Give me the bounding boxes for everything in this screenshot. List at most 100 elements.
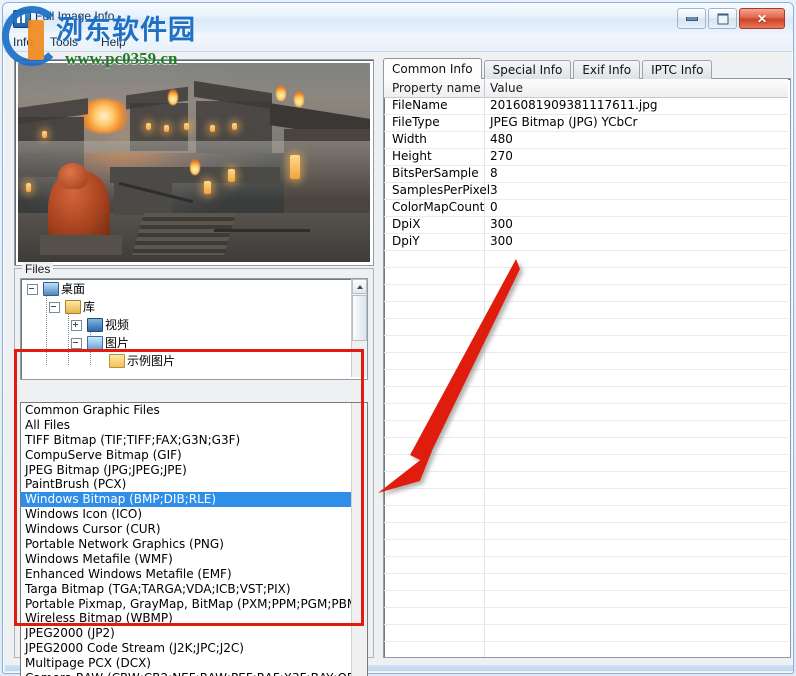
scene-lion-base <box>40 235 122 255</box>
dropdown-item[interactable]: All Files <box>21 418 367 433</box>
dropdown-item[interactable]: Enhanced Windows Metafile (EMF) <box>21 567 367 582</box>
property-value-cell: 300 <box>490 234 513 248</box>
menu-item-tools[interactable]: Tools <box>47 35 81 49</box>
property-name-cell: Height <box>392 149 432 163</box>
dropdown-item[interactable]: Portable Network Graphics (PNG) <box>21 537 367 552</box>
column-divider[interactable] <box>484 79 485 97</box>
scene-flame <box>168 89 178 105</box>
folder-tree[interactable]: 桌面 库 视频 图片 示例图片 <box>20 278 368 380</box>
table-row[interactable]: Height 270 <box>384 148 788 166</box>
scene-lantern <box>26 183 31 192</box>
tree-node-label[interactable]: 视频 <box>105 316 129 333</box>
dropdown-item[interactable]: Multipage PCX (DCX) <box>21 656 367 671</box>
tree-scrollbar[interactable] <box>351 279 367 377</box>
dropdown-item[interactable]: Targa Bitmap (TGA;TARGA;VDA;ICB;VST;PIX) <box>21 582 367 597</box>
table-row-empty <box>384 250 788 268</box>
table-row-empty <box>384 539 788 557</box>
property-value-cell: 480 <box>490 132 513 146</box>
scene-lantern <box>146 123 151 130</box>
scene-lantern <box>232 123 237 130</box>
dropdown-item[interactable]: Windows Cursor (CUR) <box>21 522 367 537</box>
scene-lantern <box>164 125 169 132</box>
table-row[interactable]: Width 480 <box>384 131 788 149</box>
property-grid[interactable]: Property name Value FileName 201608190938… <box>383 78 791 658</box>
scroll-up-icon[interactable] <box>352 279 367 294</box>
scene-lantern <box>210 125 215 132</box>
dropdown-item[interactable]: Windows Icon (ICO) <box>21 507 367 522</box>
scene-lantern <box>42 131 47 138</box>
menu-item-help[interactable]: Help <box>98 35 129 49</box>
table-row-empty <box>384 267 788 285</box>
property-name-cell: DpiX <box>392 217 421 231</box>
dropdown-item[interactable]: Wireless Bitmap (WBMP) <box>21 611 367 626</box>
dropdown-item[interactable]: JPEG2000 Code Stream (J2K;JPC;J2C) <box>21 641 367 656</box>
dropdown-item[interactable]: Portable Pixmap, GrayMap, BitMap (PXM;PP… <box>21 597 367 612</box>
file-type-dropdown-list[interactable]: Common Graphic Files All Files TIFF Bitmap… <box>20 402 368 676</box>
table-row-empty <box>384 301 788 319</box>
client-area: Files 桌面 库 视频 图片 示例图片 Common Graphic Fil… <box>4 51 793 676</box>
tab-special-info[interactable]: Special Info <box>483 60 572 79</box>
table-row-empty <box>384 641 788 657</box>
table-row-empty <box>384 573 788 591</box>
video-folder-icon <box>87 318 103 332</box>
image-preview[interactable] <box>14 59 374 266</box>
dropdown-item[interactable]: PaintBrush (PCX) <box>21 477 367 492</box>
tab-common-info[interactable]: Common Info <box>383 58 482 79</box>
column-header-property-name[interactable]: Property name <box>392 81 481 95</box>
tree-node-label[interactable]: 图片 <box>105 334 129 351</box>
library-folder-icon <box>65 300 81 314</box>
table-row[interactable]: DpiY 300 <box>384 233 788 251</box>
column-header-value[interactable]: Value <box>490 81 523 95</box>
tree-expander-desktop[interactable] <box>27 284 38 295</box>
table-row-empty <box>384 335 788 353</box>
preview-scene <box>18 63 370 262</box>
desktop-icon <box>43 282 59 296</box>
maximize-button[interactable] <box>708 8 737 29</box>
close-button[interactable]: ✕ <box>739 8 785 29</box>
scene-lantern <box>204 181 211 194</box>
dropdown-item[interactable]: Windows Bitmap (BMP;DIB;RLE) <box>21 492 367 508</box>
table-row-empty <box>384 437 788 455</box>
table-row-empty <box>384 590 788 608</box>
table-row[interactable]: SamplesPerPixel 3 <box>384 182 788 200</box>
tab-iptc-info[interactable]: IPTC Info <box>642 60 713 79</box>
table-row[interactable]: FileType JPEG Bitmap (JPG) YCbCr <box>384 114 788 132</box>
scene-railing <box>214 229 310 232</box>
property-name-cell: SamplesPerPixel <box>392 183 491 197</box>
dropdown-item[interactable]: JPEG Bitmap (JPG;JPEG;JPE) <box>21 463 367 478</box>
files-group-label: Files <box>22 262 54 276</box>
dropdown-item[interactable]: JPEG2000 (JP2) <box>21 626 367 641</box>
tree-node-label[interactable]: 库 <box>83 298 95 315</box>
property-value-cell: 0 <box>490 200 498 214</box>
menu-item-info[interactable]: Info <box>10 35 36 49</box>
dropdown-scrollbar[interactable] <box>351 403 367 676</box>
dropdown-item[interactable]: Windows Metafile (WMF) <box>21 552 367 567</box>
dropdown-item[interactable]: Camera RAW (CRW;CR2;NEF;RAW;PEF;RAF;X3F;… <box>21 671 367 676</box>
dropdown-item[interactable]: TIFF Bitmap (TIF;TIFF;FAX;G3N;G3F) <box>21 433 367 448</box>
dropdown-item[interactable]: CompuServe Bitmap (GIF) <box>21 448 367 463</box>
tree-expander-pictures[interactable] <box>71 338 82 349</box>
property-grid-header: Property name Value <box>384 79 788 98</box>
window-frame: Full Image Info ✕ Info Tools Help Files … <box>2 2 794 676</box>
property-name-cell: FileType <box>392 115 440 129</box>
tree-expander-video[interactable] <box>71 320 82 331</box>
table-row-empty <box>384 505 788 523</box>
minimize-button[interactable] <box>677 8 706 29</box>
table-row[interactable]: FileName 2016081909381117611.jpg <box>384 97 788 115</box>
tree-node-label[interactable]: 示例图片 <box>127 352 175 369</box>
application-window: Full Image Info ✕ Info Tools Help Files … <box>0 0 796 676</box>
scrollbar-thumb[interactable] <box>352 295 367 341</box>
table-row-empty <box>384 556 788 574</box>
dropdown-item[interactable]: Common Graphic Files <box>21 403 367 418</box>
table-row[interactable]: ColorMapCount 0 <box>384 199 788 217</box>
table-row-empty <box>384 352 788 370</box>
table-row-empty <box>384 284 788 302</box>
app-info-icon <box>13 10 31 28</box>
table-row[interactable]: DpiX 300 <box>384 216 788 234</box>
tab-exif-info[interactable]: Exif Info <box>573 60 641 79</box>
property-value-cell: 3 <box>490 183 498 197</box>
scene-lion-head <box>58 163 88 189</box>
table-row[interactable]: BitsPerSample 8 <box>384 165 788 183</box>
tree-node-label[interactable]: 桌面 <box>61 280 85 297</box>
tree-expander-library[interactable] <box>49 302 60 313</box>
